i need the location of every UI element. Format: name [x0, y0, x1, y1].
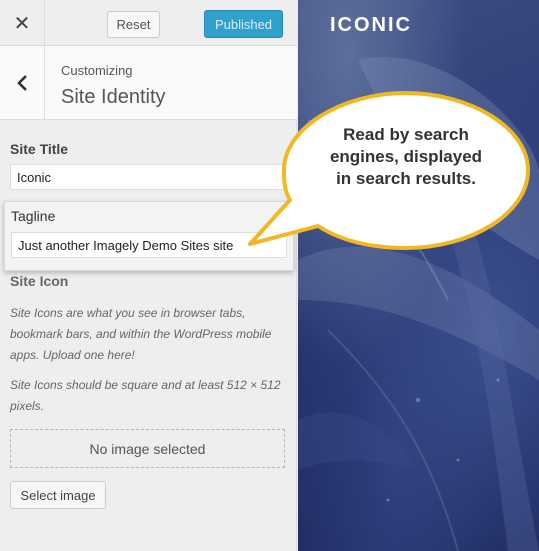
- reset-button[interactable]: Reset: [107, 11, 160, 38]
- tagline-input[interactable]: Just another Imagely Demo Sites site: [11, 232, 287, 258]
- breadcrumb: Customizing: [61, 63, 133, 78]
- back-button[interactable]: [0, 46, 45, 120]
- close-icon: ✕: [13, 12, 31, 35]
- chevron-left-icon: [17, 75, 27, 91]
- tagline-label: Tagline: [11, 208, 56, 224]
- section-title: Site Identity: [61, 86, 166, 108]
- site-preview: ICONIC: [298, 0, 539, 551]
- site-logo[interactable]: ICONIC: [330, 14, 412, 37]
- site-title-label: Site Title: [10, 141, 69, 157]
- section-header: Customizing Site Identity: [0, 46, 297, 120]
- select-image-button[interactable]: Select image: [10, 481, 106, 509]
- tagline-highlight: Tagline Just another Imagely Demo Sites …: [4, 201, 294, 271]
- leaf-background-image: [298, 56, 539, 551]
- customizer-panel: ✕ Reset Published Customizing Site Ident…: [0, 0, 297, 551]
- callout-text: Read by search engines, displayed in sea…: [329, 125, 483, 188]
- image-placeholder[interactable]: No image selected: [10, 429, 285, 468]
- publish-button[interactable]: Published: [204, 10, 283, 38]
- close-button[interactable]: ✕: [0, 0, 45, 46]
- site-icon-description: Site Icons are what you see in browser t…: [10, 306, 272, 362]
- site-title-input[interactable]: Iconic: [10, 164, 286, 190]
- site-icon-size-note: Site Icons should be square and at least…: [10, 378, 281, 413]
- customizer-header: ✕ Reset Published: [0, 0, 297, 46]
- site-icon-label: Site Icon: [10, 273, 69, 289]
